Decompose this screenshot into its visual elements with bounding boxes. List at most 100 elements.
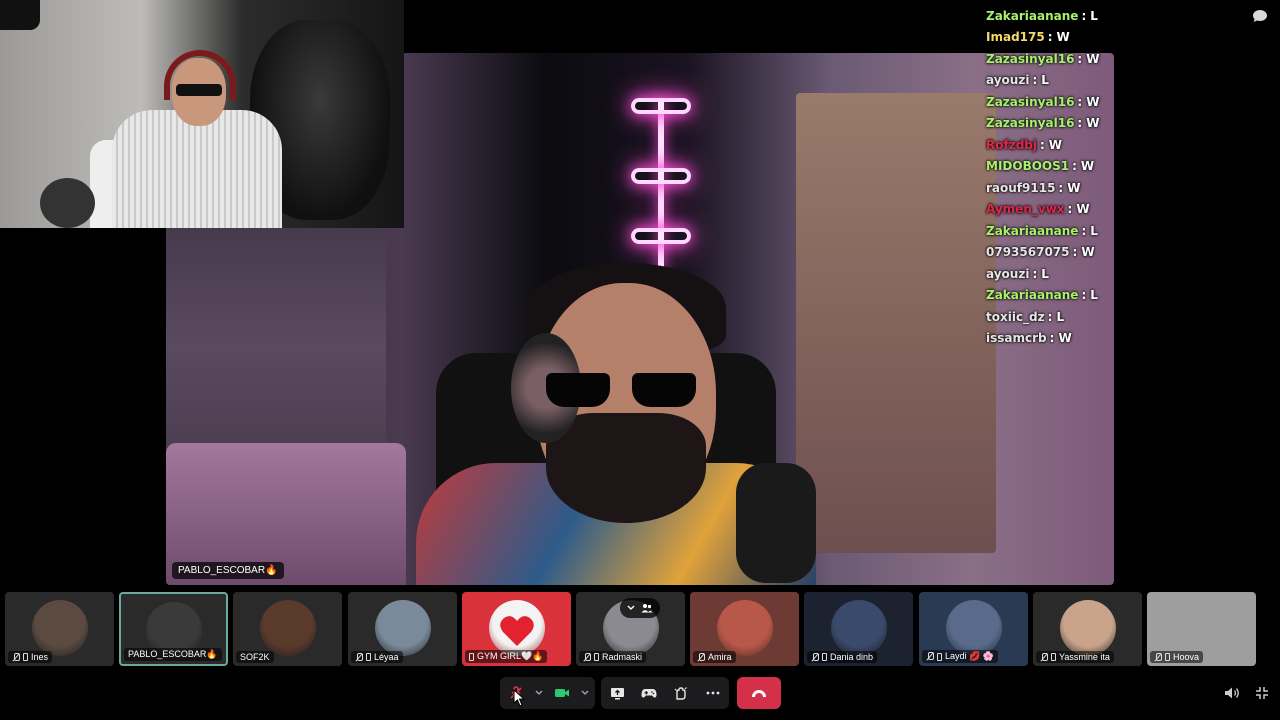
chat-username[interactable]: Zazasinyal16	[986, 116, 1074, 130]
phone-icon	[23, 653, 28, 661]
chat-username[interactable]: ayouzi	[986, 267, 1029, 281]
tile-overlay-controls[interactable]	[620, 598, 660, 618]
chat-text: L	[1041, 73, 1049, 88]
participant-name: Ines	[31, 652, 49, 662]
participant-avatar	[488, 600, 545, 656]
mouse-cursor-icon	[513, 689, 525, 707]
chat-username[interactable]: Rofzdbj	[986, 138, 1037, 152]
end-call-button[interactable]	[737, 677, 781, 709]
chat-username[interactable]: Zakariaanane	[986, 288, 1078, 302]
chat-text: L	[1041, 266, 1049, 281]
chat-text: L	[1056, 309, 1065, 324]
participant-label: Ines	[8, 651, 53, 663]
participant-tile[interactable]: Léyaa	[348, 592, 457, 666]
chat-separator: :	[1032, 266, 1038, 281]
phone-icon	[937, 652, 942, 661]
participant-tile[interactable]: Amira	[690, 592, 799, 666]
phone-icon	[822, 653, 827, 661]
participant-tile[interactable]: Ines	[5, 592, 114, 666]
chat-bubble-icon[interactable]	[1252, 9, 1268, 23]
chat-separator: :	[1047, 309, 1053, 324]
mic-off-icon	[583, 652, 591, 662]
volume-button[interactable]	[1222, 683, 1242, 703]
phone-icon	[469, 652, 474, 661]
participant-label: SOF2K	[236, 651, 274, 663]
participant-tile[interactable]: PABLO_ESCOBAR🔥	[119, 592, 228, 666]
participant-name: SOF2K	[240, 652, 270, 662]
participant-label: Radmaski	[579, 651, 647, 663]
chat-username[interactable]: Zakariaanane	[986, 224, 1078, 238]
camera-icon	[555, 689, 569, 697]
phone-icon	[366, 653, 371, 661]
chat-message: Zazasinyal16: W	[986, 113, 1226, 135]
activities-button[interactable]	[633, 677, 665, 709]
chat-separator: :	[1072, 245, 1078, 260]
chat-separator: :	[1077, 116, 1083, 131]
chat-username[interactable]: Aymen_vwx	[986, 202, 1065, 216]
chat-separator: :	[1049, 331, 1055, 346]
minimize-button[interactable]	[1252, 683, 1272, 703]
participant-tile[interactable]: Hoova	[1147, 592, 1256, 666]
mic-off-icon	[1040, 652, 1048, 662]
mic-off-icon	[12, 652, 20, 662]
chat-text: W	[1058, 331, 1072, 346]
chat-username[interactable]: raouf9115	[986, 181, 1055, 195]
mic-options-chevron[interactable]	[532, 677, 546, 709]
participant-name: Hoova	[1173, 652, 1200, 662]
participant-tile[interactable]: Radmaski	[576, 592, 685, 666]
participant-label: Hoova	[1150, 651, 1204, 663]
chat-separator: :	[1058, 180, 1064, 195]
chat-text: W	[1081, 245, 1095, 260]
camera-options-chevron[interactable]	[578, 677, 592, 709]
camera-toggle-button[interactable]	[546, 677, 578, 709]
soundboard-icon	[674, 687, 687, 700]
participant-label: GYM GIRL🤍🔥	[465, 650, 548, 663]
chat-username[interactable]: Zazasinyal16	[986, 52, 1074, 66]
chat-username[interactable]: toxiic_dz	[986, 310, 1045, 324]
chat-message: issamcrb: W	[986, 328, 1226, 350]
participant-avatar	[259, 600, 316, 656]
screen-share-button[interactable]	[601, 677, 633, 709]
chat-username[interactable]: 0793567075	[986, 245, 1070, 259]
soundboard-button[interactable]	[665, 677, 697, 709]
chat-text: W	[1086, 94, 1100, 109]
phone-icon	[1165, 653, 1170, 661]
chat-username[interactable]: Zazasinyal16	[986, 95, 1074, 109]
end-call-icon	[752, 689, 766, 697]
chat-username[interactable]: Zakariaanane	[986, 9, 1078, 23]
participant-tile[interactable]: Laydi 💋 🌸	[919, 592, 1028, 666]
chat-separator: :	[1039, 137, 1045, 152]
activity-controls	[601, 677, 729, 709]
chat-separator: :	[1047, 30, 1053, 45]
gamepad-icon	[641, 688, 657, 698]
participant-tile[interactable]: Yassmine ita	[1033, 592, 1142, 666]
chat-overlay: Zakariaanane: L Imad175: W Zazasinyal16: Wayo…	[986, 5, 1226, 349]
chat-text: W	[1080, 159, 1095, 174]
pip-webcam-video[interactable]	[0, 0, 404, 228]
participant-label: Laydi 💋 🌸	[922, 650, 998, 663]
chat-username[interactable]: ayouzi	[986, 73, 1029, 87]
participant-tile[interactable]: GYM GIRL🤍🔥	[462, 592, 571, 666]
chat-message: Zakariaanane: L	[986, 220, 1226, 242]
participant-name: Amira	[708, 652, 732, 662]
participant-avatar	[31, 600, 88, 656]
chat-message: 0793567075: W	[986, 242, 1226, 264]
participant-label: Dania dinb	[807, 651, 878, 663]
participant-name: Léyaa	[374, 652, 399, 662]
chat-username[interactable]: Imad175	[986, 30, 1045, 44]
more-icon	[706, 691, 720, 695]
minimize-icon	[1256, 687, 1268, 699]
chat-separator: :	[1077, 94, 1083, 109]
chat-message: Zakariaanane: L	[986, 5, 1226, 27]
chat-text: W	[1056, 30, 1070, 45]
chat-separator: :	[1077, 51, 1083, 66]
participant-avatar	[945, 600, 1002, 656]
chat-username[interactable]: issamcrb	[986, 331, 1047, 345]
chat-text: W	[1067, 180, 1081, 195]
chat-username[interactable]: MIDOBOOS1	[986, 159, 1069, 173]
chat-text: W	[1048, 137, 1063, 152]
participant-tile[interactable]: Dania dinb	[804, 592, 913, 666]
more-options-button[interactable]	[697, 677, 729, 709]
chat-message: Imad175: W	[986, 27, 1226, 49]
participant-tile[interactable]: SOF2K	[233, 592, 342, 666]
